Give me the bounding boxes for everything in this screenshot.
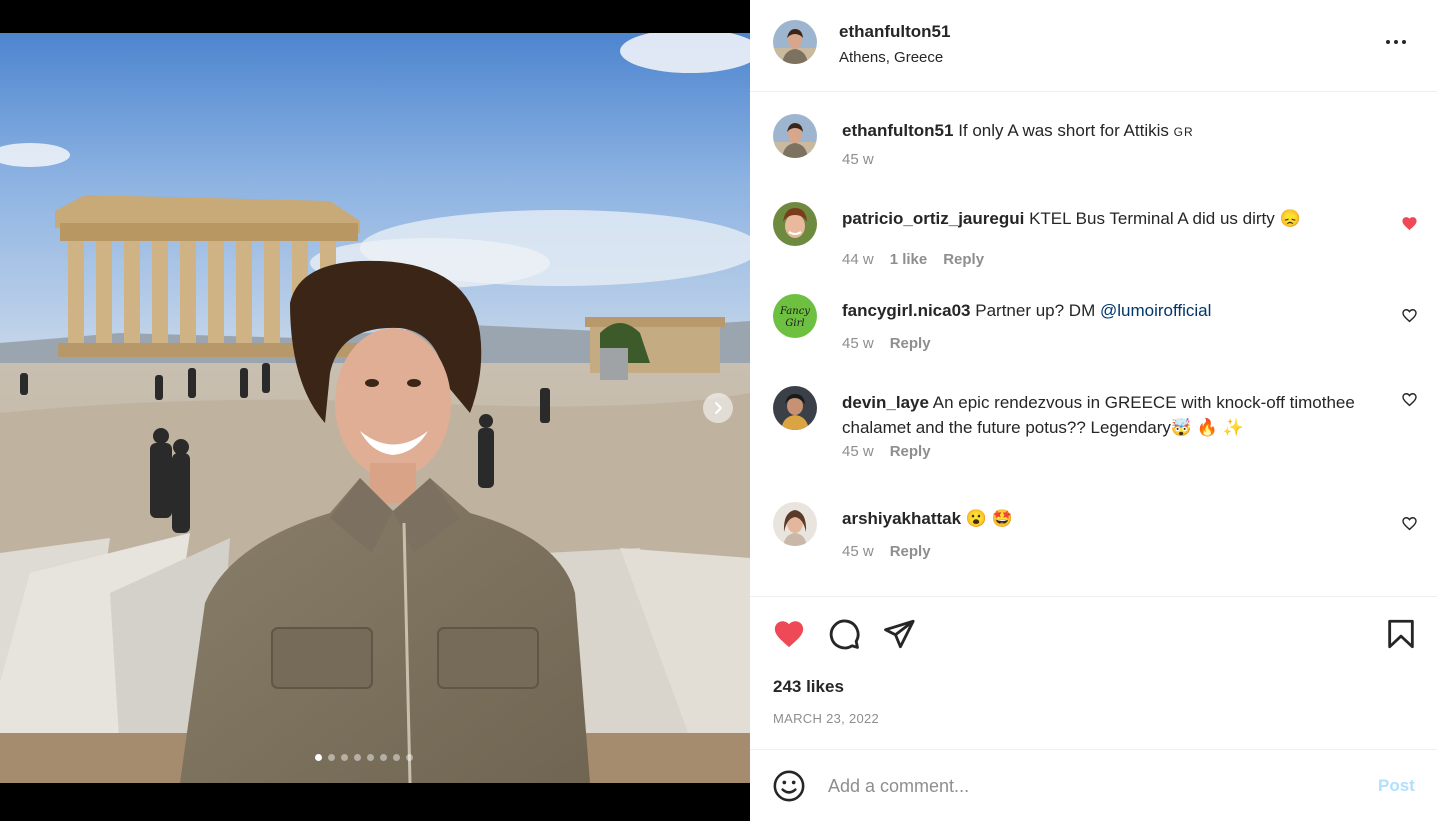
more-horizontal-icon xyxy=(1402,40,1406,44)
comment-like-count[interactable]: 1 like xyxy=(890,251,928,268)
comment-body: 😮 🤩 xyxy=(965,509,1013,528)
commenter-avatar[interactable] xyxy=(773,202,817,246)
likes-count[interactable]: 243 likes xyxy=(773,677,844,697)
reply-button[interactable]: Reply xyxy=(890,443,931,460)
comment-body: KTEL Bus Terminal A did us dirty 😞 xyxy=(1029,209,1301,228)
emoji-icon xyxy=(773,770,805,802)
share-button[interactable] xyxy=(882,617,916,651)
carousel-dot xyxy=(380,754,387,761)
emoji-button[interactable] xyxy=(772,769,806,803)
commenter-avatar[interactable] xyxy=(773,386,817,430)
comment-text: arshiyakhattak 😮 🤩 xyxy=(842,506,1382,531)
comment-time[interactable]: 45 w xyxy=(842,543,874,560)
comment-username[interactable]: patricio_ortiz_jauregui xyxy=(842,209,1024,228)
post-media xyxy=(0,0,750,821)
post-dialog: ethanfulton51 Athens, Greece ethanfulton… xyxy=(0,0,1437,821)
avatar-logo-text-1: Fancy xyxy=(779,306,810,317)
comment-username[interactable]: devin_laye xyxy=(842,393,929,412)
comment-username[interactable]: fancygirl.nica03 xyxy=(842,301,971,320)
heart-icon xyxy=(1402,517,1417,531)
comment-like-button[interactable] xyxy=(1401,215,1418,232)
comment-time[interactable]: 44 w xyxy=(842,251,874,268)
send-icon xyxy=(884,619,915,649)
post-comment-button[interactable]: Post xyxy=(1378,776,1415,796)
comments-list: ethanfulton51 If only A was short for At… xyxy=(750,93,1437,596)
comment-input[interactable] xyxy=(828,772,1348,800)
save-button[interactable] xyxy=(1384,617,1418,651)
post-header: ethanfulton51 Athens, Greece xyxy=(750,0,1437,92)
carousel-dot xyxy=(341,754,348,761)
comment-meta: 45 w Reply xyxy=(842,443,931,460)
carousel-dots xyxy=(315,754,413,761)
reply-button[interactable]: Reply xyxy=(890,335,931,352)
author-avatar[interactable] xyxy=(773,20,817,64)
chevron-right-icon xyxy=(715,402,722,414)
like-button[interactable] xyxy=(772,617,806,651)
caption-body: If only A was short for Attikis xyxy=(958,121,1169,140)
comment-meta: 44 w 1 like Reply xyxy=(842,251,984,268)
caption-username[interactable]: ethanfulton51 xyxy=(842,121,953,140)
comment-time[interactable]: 45 w xyxy=(842,443,874,460)
heart-icon xyxy=(1402,309,1417,323)
post-location[interactable]: Athens, Greece xyxy=(839,49,943,66)
reply-button[interactable]: Reply xyxy=(943,251,984,268)
author-username[interactable]: ethanfulton51 xyxy=(839,22,950,42)
caption-meta: 45 w xyxy=(842,151,874,168)
caption-time[interactable]: 45 w xyxy=(842,151,874,168)
carousel-dot xyxy=(328,754,335,761)
caption-text: ethanfulton51 If only A was short for At… xyxy=(842,118,1382,145)
comment-time[interactable]: 45 w xyxy=(842,335,874,352)
comment-body: Partner up? DM xyxy=(975,301,1096,320)
carousel-dot xyxy=(354,754,361,761)
commenter-avatar[interactable]: Fancy Girl xyxy=(773,294,817,338)
flag-label: GR xyxy=(1173,125,1194,139)
carousel-dot xyxy=(406,754,413,761)
add-comment-bar: Post xyxy=(750,749,1437,821)
carousel-next-button[interactable] xyxy=(703,393,733,423)
comment-like-button[interactable] xyxy=(1401,391,1418,408)
post-photo xyxy=(0,33,750,783)
comment-mention-link[interactable]: @lumoirofficial xyxy=(1100,301,1211,320)
more-options-button[interactable] xyxy=(1386,36,1412,48)
carousel-dot xyxy=(315,754,322,761)
comment-text: devin_laye An epic rendezvous in GREECE … xyxy=(842,390,1382,440)
post-side-panel: ethanfulton51 Athens, Greece ethanfulton… xyxy=(750,0,1437,821)
bookmark-icon xyxy=(1388,619,1414,649)
heart-icon xyxy=(1402,393,1417,407)
comment-meta: 45 w Reply xyxy=(842,335,931,352)
heart-icon xyxy=(1402,217,1417,231)
comment-text: patricio_ortiz_jauregui KTEL Bus Termina… xyxy=(842,206,1382,231)
commenter-avatar[interactable] xyxy=(773,502,817,546)
comment-text: fancygirl.nica03 Partner up? DM @lumoiro… xyxy=(842,298,1382,323)
more-horizontal-icon xyxy=(1394,40,1398,44)
author-avatar[interactable] xyxy=(773,114,817,158)
more-horizontal-icon xyxy=(1386,40,1390,44)
comment-like-button[interactable] xyxy=(1401,515,1418,532)
comment-icon xyxy=(829,619,860,650)
carousel-dot xyxy=(393,754,400,761)
comment-button[interactable] xyxy=(827,617,861,651)
reply-button[interactable]: Reply xyxy=(890,543,931,560)
avatar-logo-text-2: Girl xyxy=(785,318,804,329)
post-date[interactable]: MARCH 23, 2022 xyxy=(773,711,879,726)
post-actions: 243 likes MARCH 23, 2022 xyxy=(750,596,1437,749)
comment-like-button[interactable] xyxy=(1401,307,1418,324)
carousel-dot xyxy=(367,754,374,761)
comment-username[interactable]: arshiyakhattak xyxy=(842,509,961,528)
comment-meta: 45 w Reply xyxy=(842,543,931,560)
heart-icon xyxy=(774,621,804,648)
